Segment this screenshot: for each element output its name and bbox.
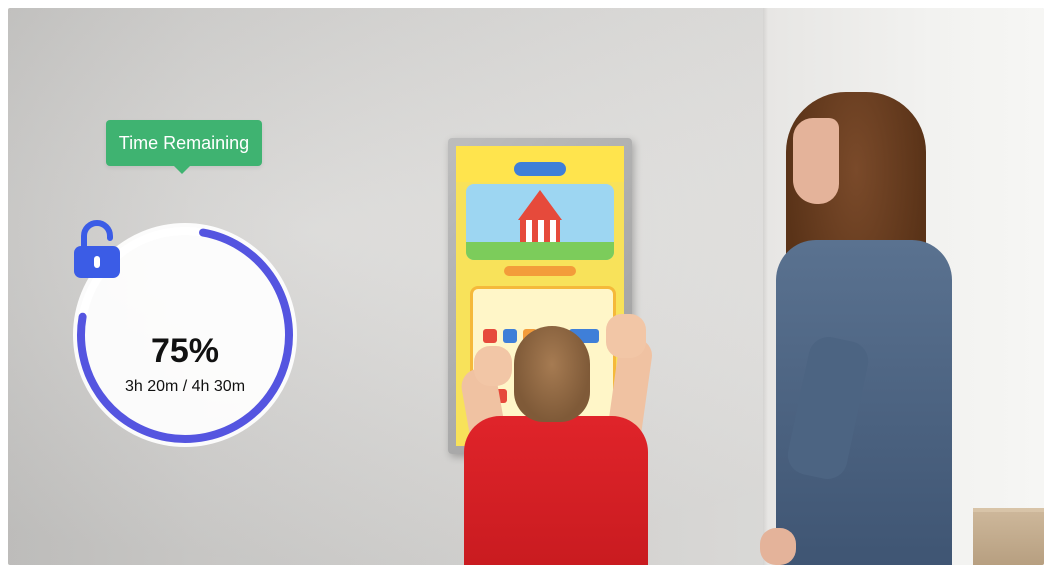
boy-left-hand	[474, 346, 512, 386]
circus-tent-roof	[518, 190, 562, 220]
lock-icon	[74, 220, 120, 278]
screen-label	[504, 266, 576, 276]
woman-hand	[760, 528, 796, 565]
time-remaining-tag-tail	[174, 166, 190, 174]
percent-label: 75%	[150, 332, 220, 370]
game-tile	[503, 329, 517, 343]
time-remaining-tag: Time Remaining	[106, 120, 262, 166]
time-used-label: 3h 20m / 4h 30m	[124, 378, 246, 395]
game-tile	[483, 329, 497, 343]
boy-right-hand	[606, 314, 646, 358]
progress-ring-widget: 75% 3h 20m / 4h 30m	[70, 220, 300, 450]
screen-grass	[466, 242, 614, 260]
screen-title-pill	[514, 162, 566, 176]
boy-red-shirt	[464, 416, 648, 565]
cabinet	[973, 508, 1044, 565]
boy-head	[514, 326, 590, 422]
woman-face	[793, 118, 839, 204]
